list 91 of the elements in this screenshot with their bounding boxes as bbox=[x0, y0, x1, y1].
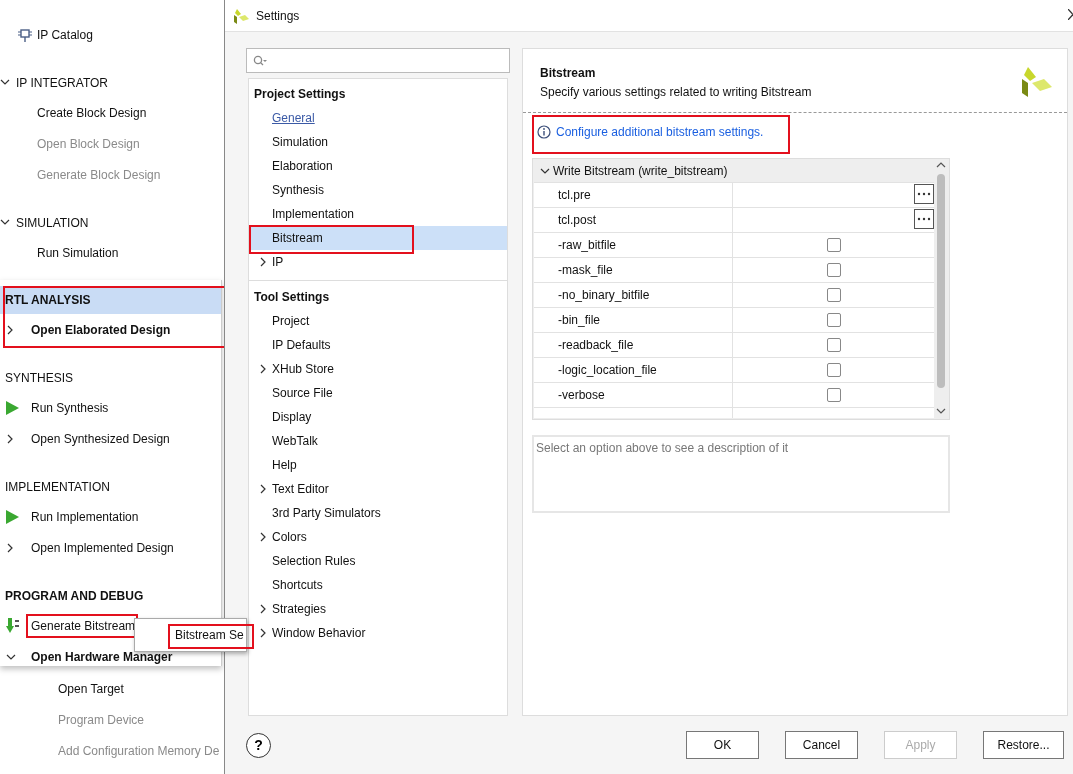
chevron-down-icon bbox=[6, 652, 16, 661]
section-heading[interactable]: SYNTHESIS bbox=[0, 364, 221, 392]
tree-item[interactable]: XHub Store bbox=[272, 362, 335, 376]
group-heading: Write Bitstream (write_bitstream) bbox=[553, 164, 728, 178]
checkbox[interactable] bbox=[826, 313, 841, 327]
page-title: Bitstream bbox=[540, 65, 597, 82]
chevron-right-icon[interactable] bbox=[259, 604, 267, 614]
settings-link[interactable]: Configure additional bitstream settings. bbox=[556, 124, 764, 139]
section-heading[interactable]: PROGRAM AND DEBUG bbox=[0, 582, 221, 610]
browse-button[interactable] bbox=[914, 184, 934, 204]
flow-item[interactable]: Run Implementation bbox=[26, 504, 142, 529]
tree-item[interactable]: Help bbox=[272, 458, 297, 472]
chevron-right-icon[interactable] bbox=[259, 364, 267, 374]
checkbox[interactable] bbox=[826, 263, 841, 277]
chevron-right-icon[interactable] bbox=[259, 532, 267, 542]
search-field[interactable] bbox=[246, 48, 510, 73]
tree-item[interactable]: Text Editor bbox=[272, 482, 329, 496]
chevron-down-icon[interactable] bbox=[540, 167, 550, 175]
ellipsis-icon bbox=[917, 217, 931, 221]
ellipsis-icon bbox=[917, 192, 931, 196]
checkbox[interactable] bbox=[826, 238, 841, 252]
tree-item[interactable]: Elaboration bbox=[272, 159, 333, 173]
option-name: -verbose bbox=[558, 388, 605, 402]
flow-item[interactable]: IP Catalog bbox=[37, 27, 93, 42]
checkbox[interactable] bbox=[826, 288, 841, 302]
option-name: -readback_file bbox=[558, 338, 634, 352]
flow-item[interactable]: Open Elaborated Design bbox=[26, 317, 174, 342]
section-heading[interactable]: RTL ANALYSIS bbox=[0, 286, 221, 314]
checkbox[interactable] bbox=[826, 388, 841, 402]
menu-item[interactable]: Bitstream Se bbox=[175, 628, 244, 642]
tree-link[interactable]: General bbox=[272, 111, 315, 125]
page-description: Specify various settings related to writing Bitstream bbox=[540, 84, 813, 101]
chevron-right-icon[interactable] bbox=[259, 628, 267, 638]
chevron-down-icon[interactable] bbox=[0, 218, 10, 226]
browse-button[interactable] bbox=[914, 209, 934, 229]
play-icon bbox=[6, 400, 19, 415]
dialog-button[interactable]: Restore... bbox=[983, 731, 1064, 759]
help-button[interactable]: ? bbox=[246, 732, 271, 758]
flow-item[interactable]: Open Target bbox=[58, 681, 124, 696]
download-arrow-icon bbox=[6, 617, 20, 634]
description-box: Select an option above to see a description of it bbox=[532, 435, 950, 513]
chevron-down-icon[interactable] bbox=[0, 78, 10, 86]
tree-item[interactable]: Strategies bbox=[272, 602, 327, 616]
chevron-right-icon bbox=[6, 542, 14, 553]
app-logo-icon bbox=[233, 7, 249, 24]
tree-item[interactable]: Display bbox=[272, 410, 312, 424]
app-logo-icon bbox=[1020, 65, 1052, 97]
flow-item[interactable]: Open Hardware Manager bbox=[26, 644, 176, 669]
flow-item[interactable]: Run Synthesis bbox=[26, 395, 112, 420]
tree-item[interactable]: Project bbox=[272, 314, 310, 328]
option-name: -mask_file bbox=[558, 263, 613, 277]
flow-item[interactable]: Run Simulation bbox=[37, 245, 119, 260]
tree-item[interactable]: WebTalk bbox=[272, 434, 318, 448]
tree-item[interactable]: IP Defaults bbox=[272, 338, 331, 352]
flow-item[interactable]: Create Block Design bbox=[37, 105, 147, 120]
dialog-button[interactable]: Cancel bbox=[785, 731, 858, 759]
tree-item[interactable]: Selection Rules bbox=[272, 554, 356, 568]
option-name: tcl.post bbox=[558, 213, 596, 227]
tree-item[interactable]: Colors bbox=[272, 530, 307, 544]
section-heading: IP INTEGRATOR bbox=[16, 76, 108, 90]
chevron-right-icon bbox=[6, 324, 14, 335]
tree-heading: Tool Settings bbox=[254, 290, 330, 304]
window-title: Settings bbox=[256, 8, 300, 23]
tree-item[interactable]: Simulation bbox=[272, 135, 329, 149]
section-heading[interactable]: IMPLEMENTATION bbox=[0, 473, 221, 501]
checkbox[interactable] bbox=[826, 363, 841, 377]
tree-item[interactable]: Source File bbox=[272, 386, 333, 400]
search-icon bbox=[253, 54, 267, 67]
option-name: -bin_file bbox=[558, 313, 601, 327]
section-heading: SIMULATION bbox=[16, 216, 89, 230]
tree-item[interactable]: Synthesis bbox=[272, 183, 325, 197]
info-icon bbox=[537, 124, 551, 139]
tree-item[interactable]: IP bbox=[272, 255, 284, 269]
chip-icon bbox=[18, 27, 32, 42]
dialog-button[interactable]: OK bbox=[686, 731, 759, 759]
option-name: -no_binary_bitfile bbox=[558, 288, 650, 302]
chevron-right-icon[interactable] bbox=[259, 257, 267, 267]
option-name: -logic_location_file bbox=[558, 363, 657, 377]
checkbox[interactable] bbox=[826, 338, 841, 352]
tree-item[interactable]: Implementation bbox=[272, 207, 355, 221]
tree-item[interactable]: 3rd Party Simulators bbox=[272, 506, 381, 520]
flow-item[interactable]: Open Synthesized Design bbox=[26, 426, 173, 451]
tree-item[interactable]: Shortcuts bbox=[272, 578, 323, 592]
play-icon bbox=[6, 509, 19, 524]
tree-item[interactable]: Window Behavior bbox=[272, 626, 366, 640]
option-name: tcl.pre bbox=[558, 188, 591, 202]
tree-heading: Project Settings bbox=[254, 87, 346, 101]
chevron-right-icon bbox=[6, 433, 14, 444]
flow-item[interactable]: Open Implemented Design bbox=[26, 535, 177, 560]
chevron-right-icon[interactable] bbox=[259, 484, 267, 494]
option-name: -raw_bitfile bbox=[558, 238, 617, 252]
